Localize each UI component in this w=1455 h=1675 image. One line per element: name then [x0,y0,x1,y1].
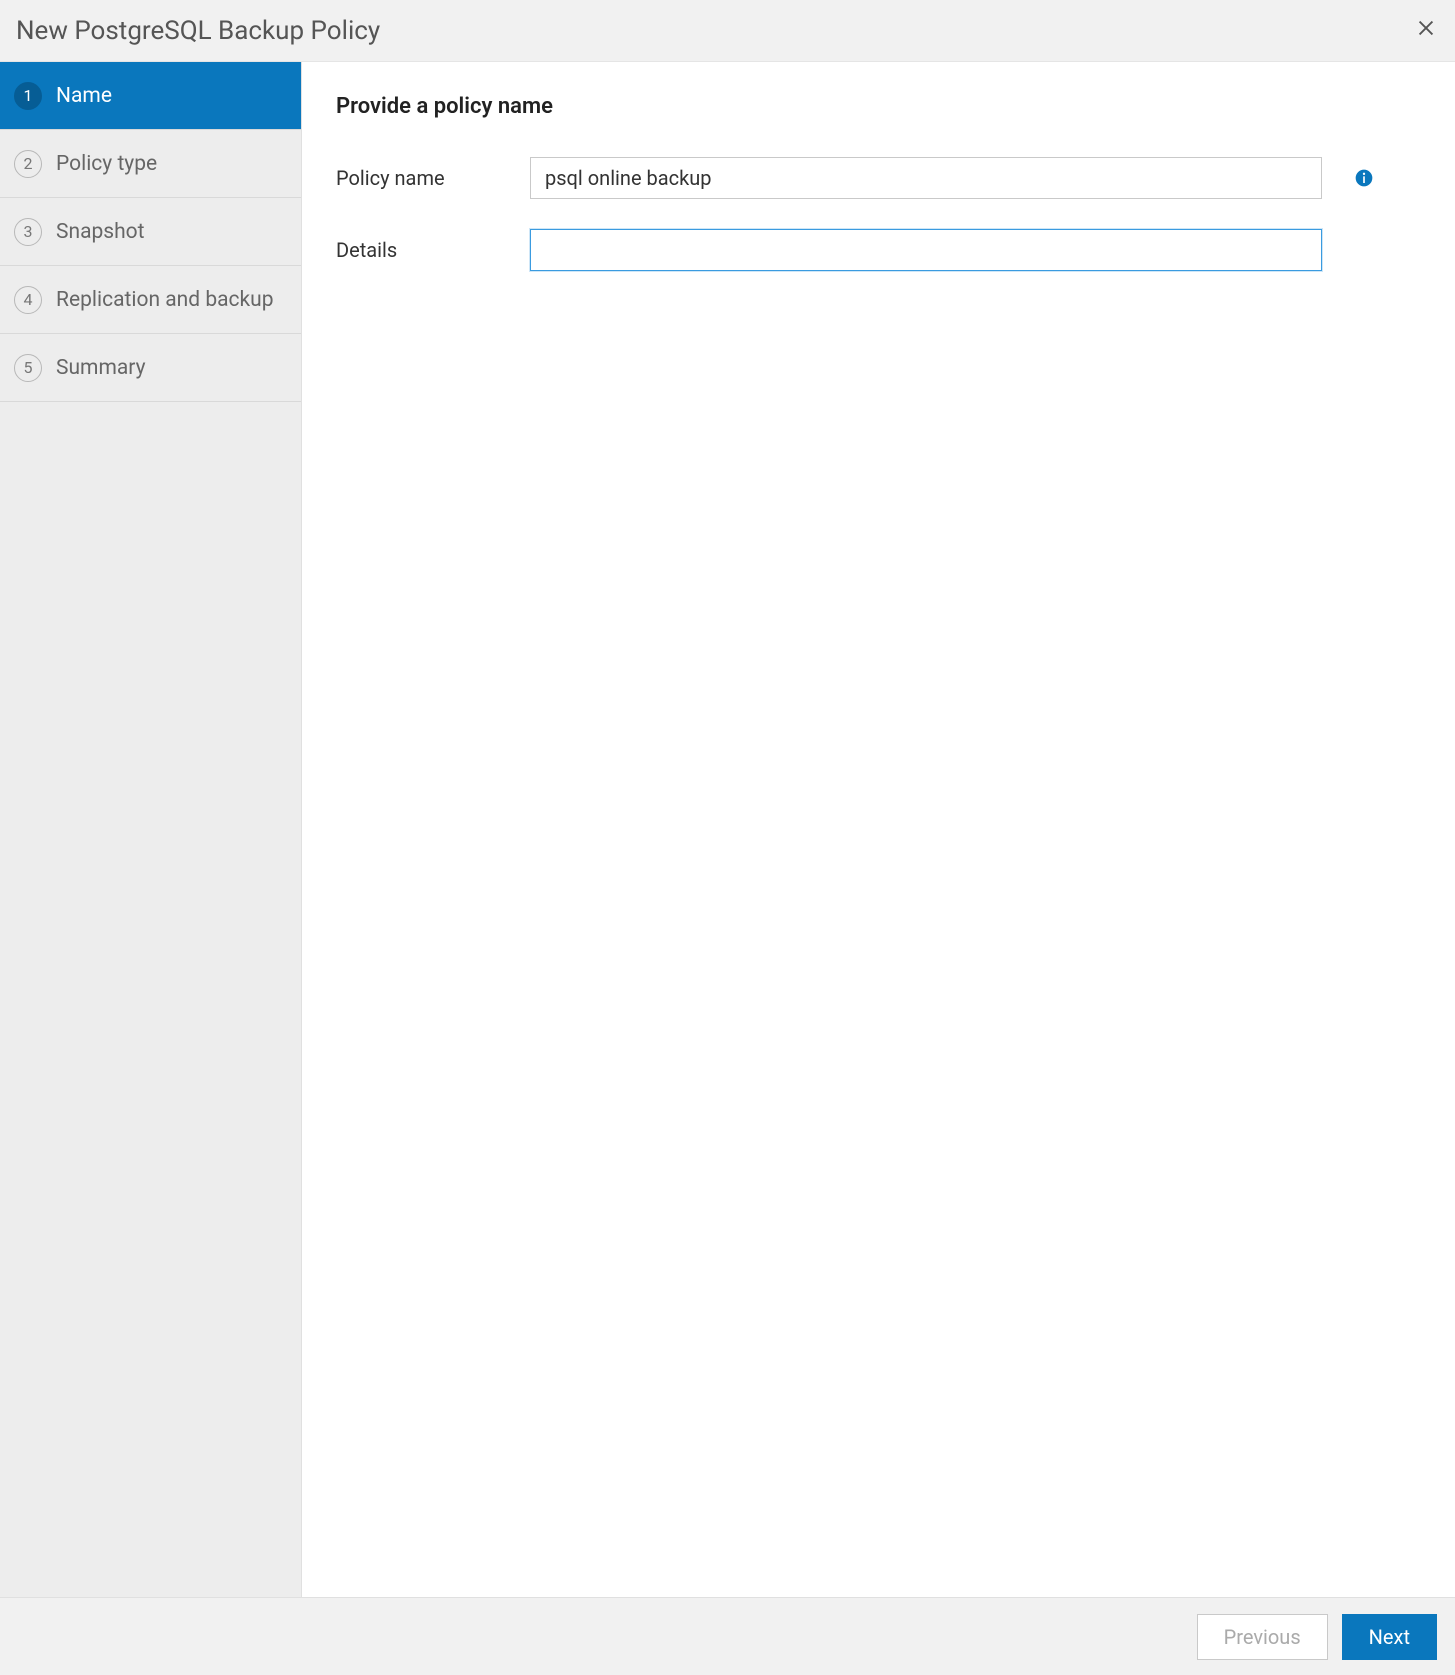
policy-name-input[interactable] [530,157,1322,199]
dialog-body: 1 Name 2 Policy type 3 Snapshot 4 Replic… [0,62,1455,1597]
content-heading: Provide a policy name [336,94,1421,119]
sidebar-step-policy-type[interactable]: 2 Policy type [0,130,301,198]
details-row: Details [336,229,1421,271]
sidebar-step-replication-backup[interactable]: 4 Replication and backup [0,266,301,334]
next-button[interactable]: Next [1342,1614,1437,1660]
step-number: 1 [14,82,42,110]
details-input-wrap [530,229,1421,271]
previous-button: Previous [1197,1614,1328,1660]
details-input[interactable] [530,229,1322,271]
policy-name-row: Policy name [336,157,1421,199]
step-number: 2 [14,150,42,178]
sidebar-step-name[interactable]: 1 Name [0,62,301,130]
step-number: 4 [14,286,42,314]
close-icon [1415,17,1437,39]
dialog-footer: Previous Next [0,1597,1455,1675]
step-label: Replication and backup [56,288,274,312]
main-content: Provide a policy name Policy name Detail… [302,62,1455,1597]
step-label: Summary [56,356,146,380]
details-label: Details [336,238,530,262]
step-label: Policy type [56,152,157,176]
info-icon[interactable] [1354,168,1374,188]
step-label: Snapshot [56,220,145,244]
sidebar-step-summary[interactable]: 5 Summary [0,334,301,402]
sidebar-step-snapshot[interactable]: 3 Snapshot [0,198,301,266]
policy-name-label: Policy name [336,166,530,190]
step-label: Name [56,84,112,108]
policy-name-input-wrap [530,157,1421,199]
close-button[interactable] [1415,17,1437,44]
dialog-title: New PostgreSQL Backup Policy [16,16,380,46]
step-number: 5 [14,354,42,382]
dialog-header: New PostgreSQL Backup Policy [0,0,1455,62]
wizard-sidebar: 1 Name 2 Policy type 3 Snapshot 4 Replic… [0,62,302,1597]
step-number: 3 [14,218,42,246]
